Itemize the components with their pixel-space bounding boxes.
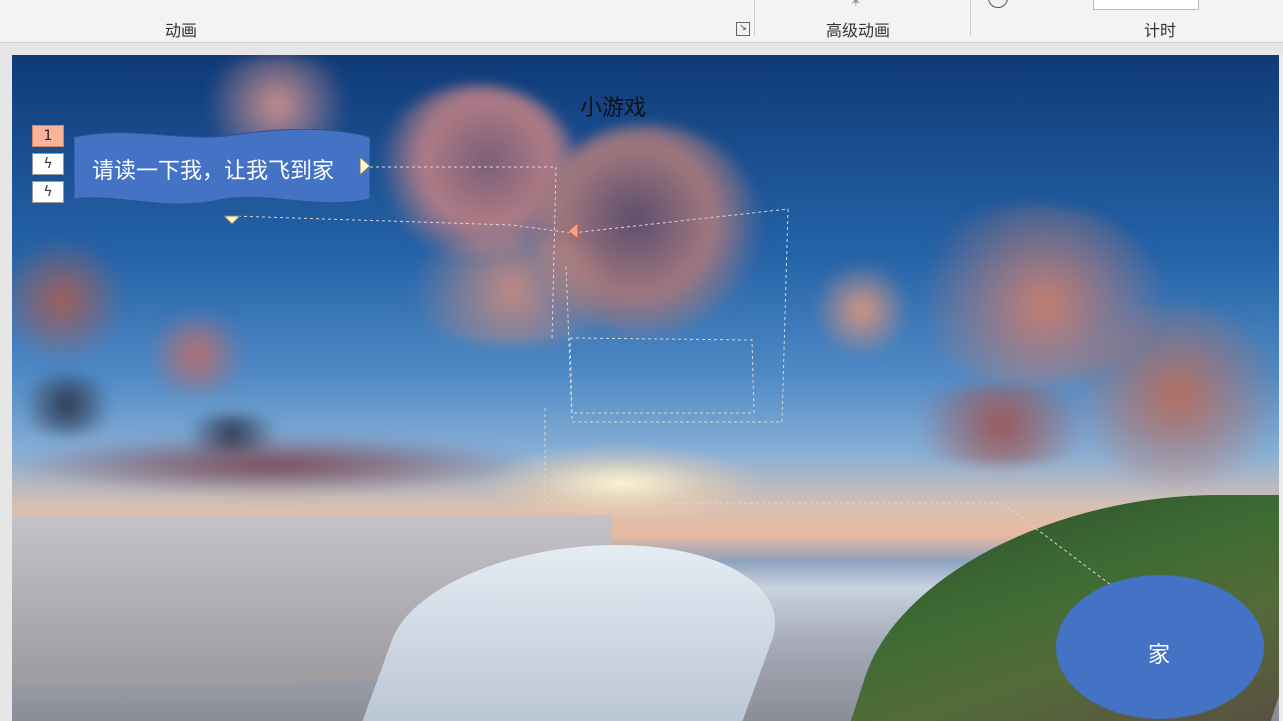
motion-path-box: [569, 337, 755, 414]
trigger-lightning-icon[interactable]: ϟ: [32, 153, 64, 175]
motion-path: [231, 208, 789, 423]
clock-icon: [988, 0, 1008, 8]
group-label-advanced-animation: 高级动画: [826, 21, 891, 40]
scroll-edge: [1279, 55, 1283, 721]
group-separator: [754, 0, 755, 36]
motion-path: [364, 166, 557, 341]
path-end-marker-icon: [567, 221, 579, 241]
group-label-animation: 动画: [165, 21, 198, 40]
group-label-timing: 计时: [1144, 21, 1177, 40]
banner-text: 请读一下我，让我飞到家: [92, 159, 335, 184]
animation-order-tag[interactable]: 1: [32, 125, 64, 147]
home-label: 家: [1148, 643, 1171, 668]
slide-canvas[interactable]: 小游戏 1 ϟ ϟ 请读一下我，让我飞到家 家: [12, 55, 1279, 721]
star-icon[interactable]: ✶: [850, 0, 862, 10]
dialog-launcher-icon[interactable]: ↘: [736, 22, 750, 36]
duration-input[interactable]: [1093, 0, 1199, 10]
ribbon: 动画 ↘ ✶ 高级动画 计时: [0, 0, 1283, 43]
group-separator: [970, 0, 971, 36]
path-start-marker-icon: [222, 215, 242, 225]
slide-title[interactable]: 小游戏: [580, 90, 646, 122]
trigger-lightning-icon[interactable]: ϟ: [32, 181, 64, 203]
